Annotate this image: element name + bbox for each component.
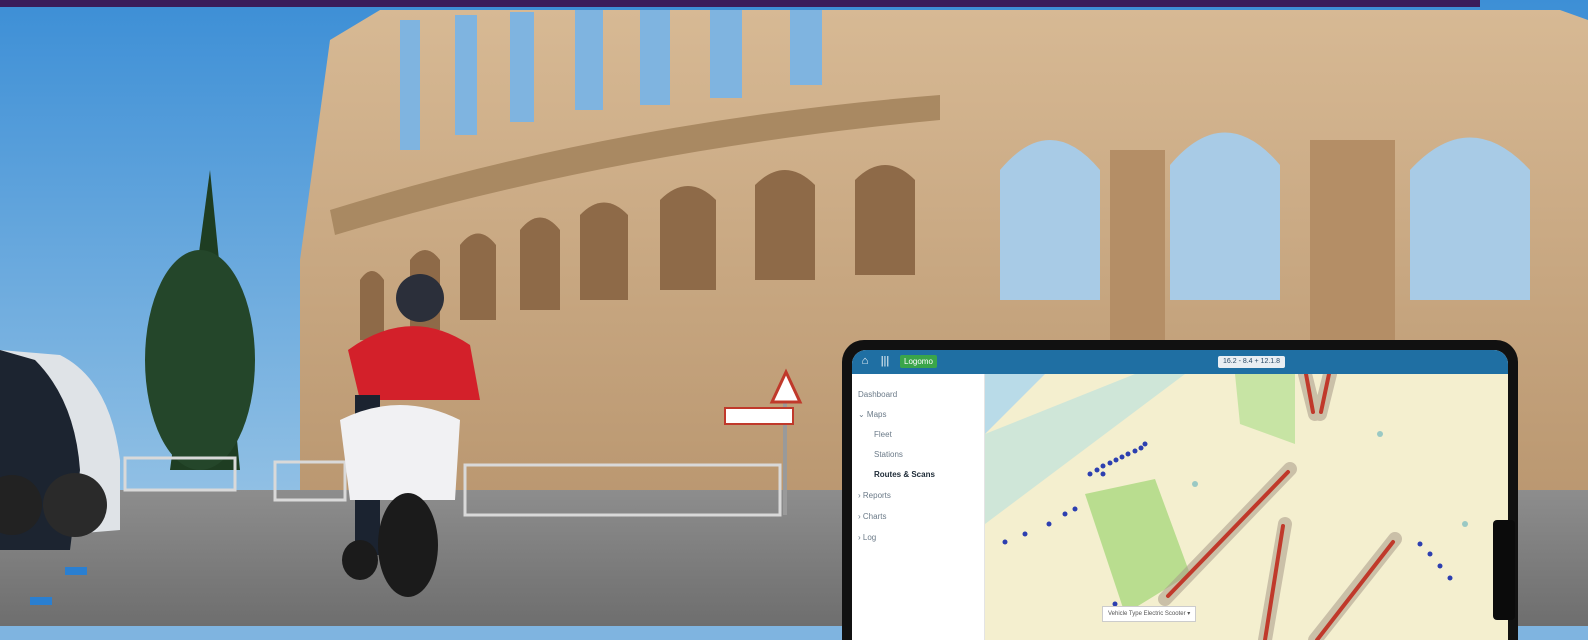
nav-maps[interactable]: ⌄ Maps <box>858 410 887 419</box>
tablet-side-bezel <box>1493 520 1515 620</box>
tablet-screen: ⌂ ||| Logomo 16.2 - 8.4 + 12.1.8 Dashboa… <box>852 350 1508 640</box>
brand-bar <box>0 0 1480 7</box>
nav-reports[interactable]: › Reports <box>858 491 891 500</box>
sidebar: Dashboard ⌄ Maps Fleet Stations Routes &… <box>852 374 985 640</box>
app-header: ⌂ ||| Logomo 16.2 - 8.4 + 12.1.8 <box>852 350 1508 374</box>
menu-icon[interactable]: ||| <box>878 354 892 368</box>
nav-routes-scans[interactable]: Routes & Scans <box>874 470 935 479</box>
date-range[interactable]: 16.2 - 8.4 + 12.1.8 <box>1218 356 1286 368</box>
map-canvas <box>985 374 1468 640</box>
tablet-device: ⌂ ||| Logomo 16.2 - 8.4 + 12.1.8 Dashboa… <box>842 340 1518 640</box>
app-logo: Logomo <box>900 355 937 368</box>
nav-stations[interactable]: Stations <box>874 450 903 459</box>
nav-dashboard[interactable]: Dashboard <box>858 390 897 399</box>
route-map[interactable]: Vehicle Type Electric Scooter ▾ <box>985 374 1508 640</box>
nav-charts[interactable]: › Charts <box>858 512 886 521</box>
nav-fleet[interactable]: Fleet <box>874 430 892 439</box>
vehicle-type-filter[interactable]: Vehicle Type Electric Scooter ▾ <box>1102 606 1197 622</box>
home-icon[interactable]: ⌂ <box>858 354 872 368</box>
nav-log[interactable]: › Log <box>858 533 876 542</box>
